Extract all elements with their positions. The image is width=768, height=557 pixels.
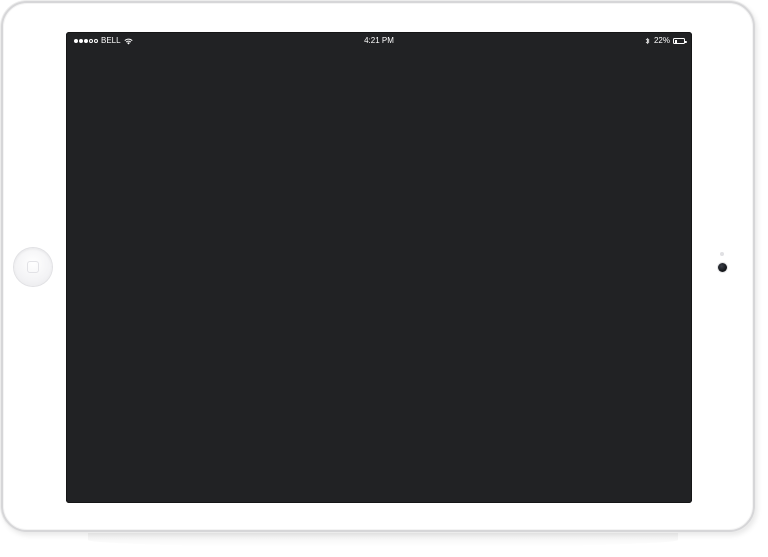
battery-icon [673,38,687,44]
status-right: 22% [645,32,687,50]
status-bar: BELL 4:21 PM 22% [66,32,692,50]
status-time: 4:21 PM [364,36,394,45]
home-button-square-icon [27,261,39,273]
home-button[interactable] [14,248,52,286]
battery-tip [685,40,687,43]
screen[interactable]: BELL 4:21 PM 22% [66,32,692,503]
bluetooth-icon [645,37,650,45]
ambient-light-sensor [720,252,724,256]
tablet-shadow [88,533,678,547]
battery-level-fill [675,40,677,43]
front-camera-icon [718,263,727,272]
battery-percent: 22% [653,36,670,45]
